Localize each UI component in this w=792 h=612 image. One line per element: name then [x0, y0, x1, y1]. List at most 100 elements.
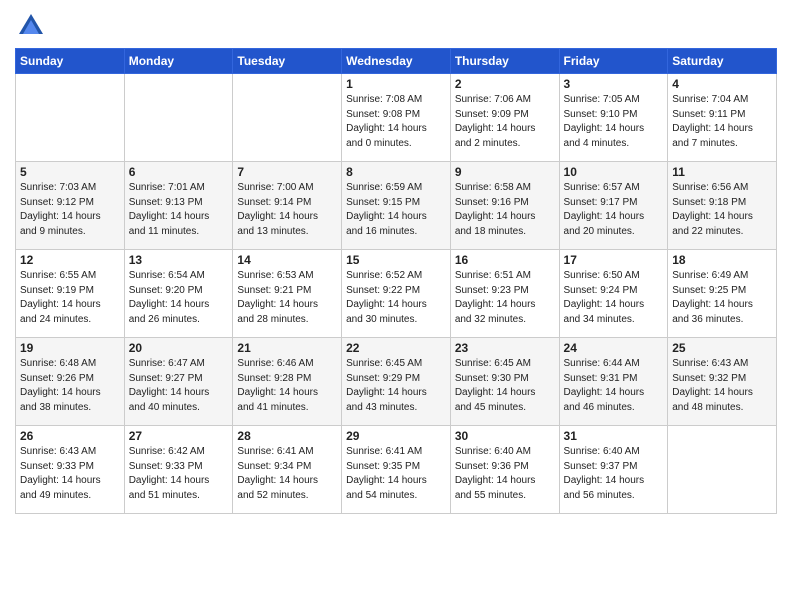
day-info: Sunrise: 6:59 AM Sunset: 9:15 PM Dayligh…: [346, 181, 446, 239]
day-cell: 23 Sunrise: 6:45 AM Sunset: 9:30 PM Dayli…: [450, 338, 559, 426]
day-number: 12: [20, 253, 120, 267]
day-cell: [668, 426, 777, 514]
day-cell: 6 Sunrise: 7:01 AM Sunset: 9:13 PM Daylig…: [124, 162, 233, 250]
day-cell: 18Sunrise: 6:49 AM Sunset: 9:25 PM Dayli…: [668, 250, 777, 338]
day-cell: 14 Sunrise: 6:53 AM Sunset: 9:21 PM Dayli…: [233, 250, 342, 338]
day-number: 25: [672, 341, 772, 355]
calendar-header-row: SundayMondayTuesdayWednesdayThursdayFrid…: [16, 49, 777, 74]
day-cell: 20 Sunrise: 6:47 AM Sunset: 9:27 PM Dayli…: [124, 338, 233, 426]
day-info: Sunrise: 6:52 AM Sunset: 9:22 PM Dayligh…: [346, 269, 446, 327]
day-number: 9: [455, 165, 555, 179]
day-cell: [233, 74, 342, 162]
day-number: 21: [237, 341, 337, 355]
day-cell: 7 Sunrise: 7:00 AM Sunset: 9:14 PM Daylig…: [233, 162, 342, 250]
day-number: 1: [346, 77, 446, 91]
day-number: 27: [129, 429, 229, 443]
col-header-tuesday: Tuesday: [233, 49, 342, 74]
day-cell: 31 Sunrise: 6:40 AM Sunset: 9:37 PM Dayli…: [559, 426, 668, 514]
day-cell: 28 Sunrise: 6:41 AM Sunset: 9:34 PM Dayli…: [233, 426, 342, 514]
day-info: Sunrise: 6:53 AM Sunset: 9:21 PM Dayligh…: [237, 269, 337, 327]
page-header: [15, 10, 777, 42]
day-number: 26: [20, 429, 120, 443]
day-info: Sunrise: 6:56 AM Sunset: 9:18 PM Dayligh…: [672, 181, 772, 239]
day-number: 13: [129, 253, 229, 267]
col-header-wednesday: Wednesday: [342, 49, 451, 74]
day-info: Sunrise: 6:43 AM Sunset: 9:32 PM Dayligh…: [672, 357, 772, 415]
day-info: Sunrise: 7:08 AM Sunset: 9:08 PM Dayligh…: [346, 93, 446, 151]
day-cell: 1 Sunrise: 7:08 AM Sunset: 9:08 PM Daylig…: [342, 74, 451, 162]
calendar-table: SundayMondayTuesdayWednesdayThursdayFrid…: [15, 48, 777, 514]
day-cell: 3Sunrise: 7:05 AM Sunset: 9:10 PM Daylig…: [559, 74, 668, 162]
day-cell: 29Sunrise: 6:41 AM Sunset: 9:35 PM Dayli…: [342, 426, 451, 514]
day-number: 7: [237, 165, 337, 179]
day-cell: 16Sunrise: 6:51 AM Sunset: 9:23 PM Dayli…: [450, 250, 559, 338]
day-number: 4: [672, 77, 772, 91]
day-cell: 2Sunrise: 7:06 AM Sunset: 9:09 PM Daylig…: [450, 74, 559, 162]
day-cell: 15 Sunrise: 6:52 AM Sunset: 9:22 PM Dayli…: [342, 250, 451, 338]
day-info: Sunrise: 6:50 AM Sunset: 9:24 PM Dayligh…: [564, 269, 664, 327]
day-number: 30: [455, 429, 555, 443]
day-info: Sunrise: 7:05 AM Sunset: 9:10 PM Dayligh…: [564, 93, 664, 151]
day-info: Sunrise: 7:03 AM Sunset: 9:12 PM Dayligh…: [20, 181, 120, 239]
day-cell: 24 Sunrise: 6:44 AM Sunset: 9:31 PM Dayli…: [559, 338, 668, 426]
day-number: 16: [455, 253, 555, 267]
day-info: Sunrise: 6:48 AM Sunset: 9:26 PM Dayligh…: [20, 357, 120, 415]
week-row-5: 26 Sunrise: 6:43 AM Sunset: 9:33 PM Dayli…: [16, 426, 777, 514]
day-number: 23: [455, 341, 555, 355]
day-number: 10: [564, 165, 664, 179]
day-info: Sunrise: 6:40 AM Sunset: 9:37 PM Dayligh…: [564, 445, 664, 503]
day-number: 19: [20, 341, 120, 355]
day-cell: 11Sunrise: 6:56 AM Sunset: 9:18 PM Dayli…: [668, 162, 777, 250]
day-cell: [124, 74, 233, 162]
day-cell: 17 Sunrise: 6:50 AM Sunset: 9:24 PM Dayli…: [559, 250, 668, 338]
col-header-saturday: Saturday: [668, 49, 777, 74]
day-cell: 10 Sunrise: 6:57 AM Sunset: 9:17 PM Dayli…: [559, 162, 668, 250]
col-header-thursday: Thursday: [450, 49, 559, 74]
day-info: Sunrise: 6:42 AM Sunset: 9:33 PM Dayligh…: [129, 445, 229, 503]
day-cell: 19 Sunrise: 6:48 AM Sunset: 9:26 PM Dayli…: [16, 338, 125, 426]
day-info: Sunrise: 6:41 AM Sunset: 9:34 PM Dayligh…: [237, 445, 337, 503]
day-info: Sunrise: 7:04 AM Sunset: 9:11 PM Dayligh…: [672, 93, 772, 151]
week-row-2: 5Sunrise: 7:03 AM Sunset: 9:12 PM Daylig…: [16, 162, 777, 250]
logo: [15, 10, 51, 42]
day-cell: 13 Sunrise: 6:54 AM Sunset: 9:20 PM Dayli…: [124, 250, 233, 338]
day-cell: 27 Sunrise: 6:42 AM Sunset: 9:33 PM Dayli…: [124, 426, 233, 514]
day-info: Sunrise: 7:01 AM Sunset: 9:13 PM Dayligh…: [129, 181, 229, 239]
day-number: 24: [564, 341, 664, 355]
day-number: 29: [346, 429, 446, 443]
day-number: 8: [346, 165, 446, 179]
day-info: Sunrise: 6:57 AM Sunset: 9:17 PM Dayligh…: [564, 181, 664, 239]
day-info: Sunrise: 6:58 AM Sunset: 9:16 PM Dayligh…: [455, 181, 555, 239]
day-number: 17: [564, 253, 664, 267]
day-cell: 5Sunrise: 7:03 AM Sunset: 9:12 PM Daylig…: [16, 162, 125, 250]
day-info: Sunrise: 6:45 AM Sunset: 9:29 PM Dayligh…: [346, 357, 446, 415]
col-header-sunday: Sunday: [16, 49, 125, 74]
day-cell: 30 Sunrise: 6:40 AM Sunset: 9:36 PM Dayli…: [450, 426, 559, 514]
day-number: 31: [564, 429, 664, 443]
logo-icon: [15, 10, 47, 42]
day-number: 2: [455, 77, 555, 91]
day-info: Sunrise: 6:54 AM Sunset: 9:20 PM Dayligh…: [129, 269, 229, 327]
day-info: Sunrise: 6:40 AM Sunset: 9:36 PM Dayligh…: [455, 445, 555, 503]
col-header-monday: Monday: [124, 49, 233, 74]
day-info: Sunrise: 6:43 AM Sunset: 9:33 PM Dayligh…: [20, 445, 120, 503]
day-info: Sunrise: 6:46 AM Sunset: 9:28 PM Dayligh…: [237, 357, 337, 415]
day-info: Sunrise: 6:49 AM Sunset: 9:25 PM Dayligh…: [672, 269, 772, 327]
day-number: 15: [346, 253, 446, 267]
day-number: 14: [237, 253, 337, 267]
day-cell: 26 Sunrise: 6:43 AM Sunset: 9:33 PM Dayli…: [16, 426, 125, 514]
day-info: Sunrise: 6:44 AM Sunset: 9:31 PM Dayligh…: [564, 357, 664, 415]
day-info: Sunrise: 7:00 AM Sunset: 9:14 PM Dayligh…: [237, 181, 337, 239]
day-number: 6: [129, 165, 229, 179]
day-cell: [16, 74, 125, 162]
day-cell: 22Sunrise: 6:45 AM Sunset: 9:29 PM Dayli…: [342, 338, 451, 426]
col-header-friday: Friday: [559, 49, 668, 74]
day-number: 20: [129, 341, 229, 355]
day-info: Sunrise: 6:47 AM Sunset: 9:27 PM Dayligh…: [129, 357, 229, 415]
day-info: Sunrise: 6:45 AM Sunset: 9:30 PM Dayligh…: [455, 357, 555, 415]
day-cell: 4 Sunrise: 7:04 AM Sunset: 9:11 PM Daylig…: [668, 74, 777, 162]
day-cell: 25 Sunrise: 6:43 AM Sunset: 9:32 PM Dayli…: [668, 338, 777, 426]
day-number: 28: [237, 429, 337, 443]
day-cell: 12Sunrise: 6:55 AM Sunset: 9:19 PM Dayli…: [16, 250, 125, 338]
week-row-1: 1 Sunrise: 7:08 AM Sunset: 9:08 PM Daylig…: [16, 74, 777, 162]
